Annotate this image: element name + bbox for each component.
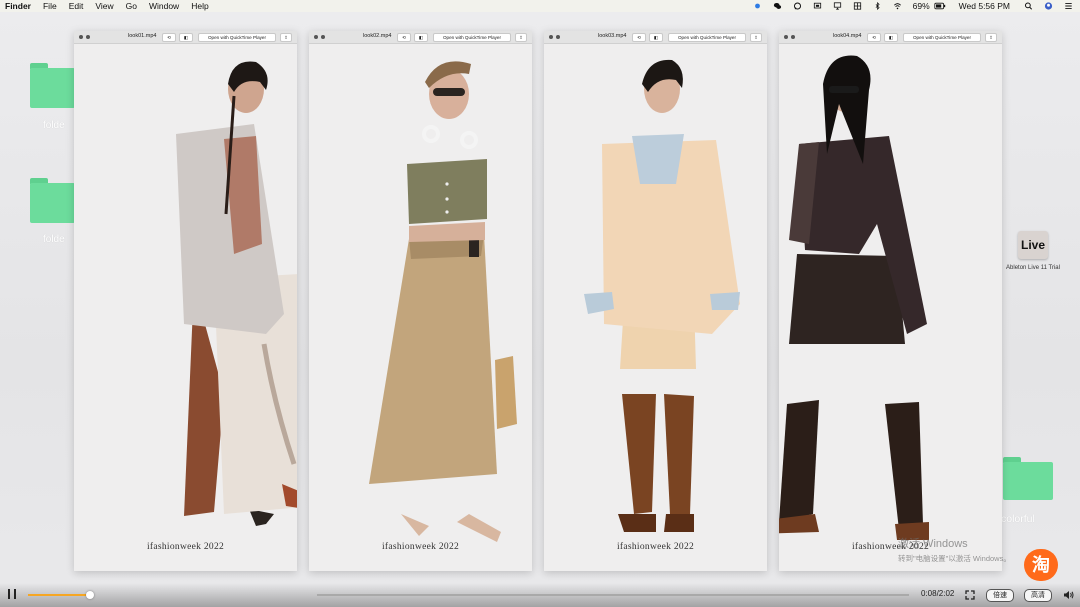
quicklook-window-4[interactable]: look04.mp4 ⟲ ◧ Open with QuickTime Playe… — [779, 31, 1002, 571]
taobao-logo: 淘 — [1024, 549, 1058, 581]
trim-icon[interactable]: ◧ — [414, 33, 428, 42]
fullscreen-icon[interactable] — [791, 35, 795, 39]
close-icon[interactable] — [549, 35, 553, 39]
open-with-quicktime-button[interactable]: Open with QuickTime Player — [903, 33, 981, 42]
status-dot-icon[interactable] — [753, 2, 762, 10]
window-filename: look03.mp4 — [598, 33, 627, 39]
quicklook-window-1[interactable]: look01.mp4 ⟲ ◧ Open with QuickTime Playe… — [74, 31, 297, 571]
activate-windows-watermark: 激活 Windows 转到"电脑设置"以激活 Windows。 — [898, 535, 1011, 564]
grid-app-icon[interactable] — [853, 2, 862, 10]
menu-app-finder[interactable]: Finder — [5, 1, 31, 11]
rotate-icon[interactable]: ⟲ — [867, 33, 881, 42]
playback-time: 0:08/2:02 — [921, 589, 955, 598]
watermark-line-2: 转到"电脑设置"以激活 Windows。 — [898, 554, 1011, 563]
quicklook-window-2[interactable]: look02.mp4 ⟲ ◧ Open with QuickTime Playe… — [309, 31, 532, 571]
fashion-photo — [544, 44, 767, 571]
open-with-quicktime-button[interactable]: Open with QuickTime Player — [668, 33, 746, 42]
close-icon[interactable] — [79, 35, 83, 39]
user-avatar-icon[interactable] — [1044, 2, 1053, 10]
wechat-icon[interactable] — [773, 2, 782, 10]
watermark-line-1: 激活 Windows — [898, 538, 968, 550]
photo-caption: ifashionweek 2022 — [381, 542, 460, 552]
chat-icon[interactable] — [793, 2, 802, 10]
share-icon[interactable]: ⇪ — [750, 33, 762, 42]
battery-icon[interactable] — [933, 2, 947, 10]
progress-track[interactable] — [28, 594, 90, 596]
screen-share-icon[interactable] — [813, 2, 822, 10]
video-quality-button[interactable]: 高清 — [1024, 589, 1052, 602]
share-icon[interactable]: ⇪ — [985, 33, 997, 42]
bluetooth-icon[interactable] — [873, 2, 882, 10]
open-with-quicktime-button[interactable]: Open with QuickTime Player — [433, 33, 511, 42]
search-icon[interactable] — [1024, 2, 1033, 10]
menu-go[interactable]: Go — [126, 1, 137, 11]
close-icon[interactable] — [314, 35, 318, 39]
fullscreen-icon[interactable] — [86, 35, 90, 39]
window-titlebar[interactable]: look04.mp4 ⟲ ◧ Open with QuickTime Playe… — [779, 31, 1002, 44]
menu-view[interactable]: View — [95, 1, 113, 11]
menu-file[interactable]: File — [43, 1, 57, 11]
desktop-folder-1-label: folde — [43, 120, 65, 131]
pause-button[interactable] — [8, 589, 16, 599]
menu-bar: Finder File Edit View Go Window Help 69%… — [0, 0, 1080, 12]
fullscreen-icon[interactable] — [556, 35, 560, 39]
trim-icon[interactable]: ◧ — [179, 33, 193, 42]
window-titlebar[interactable]: look03.mp4 ⟲ ◧ Open with QuickTime Playe… — [544, 31, 767, 44]
window-filename: look01.mp4 — [128, 33, 157, 39]
wifi-icon[interactable] — [893, 2, 902, 10]
fashion-photo — [309, 44, 532, 571]
share-icon[interactable]: ⇪ — [515, 33, 527, 42]
window-filename: look04.mp4 — [833, 33, 862, 39]
control-center-icon[interactable] — [1064, 2, 1073, 10]
fashion-photo — [74, 44, 297, 571]
desktop: Finder File Edit View Go Window Help 69%… — [0, 0, 1080, 607]
photo-caption: ifashionweek 2022 — [146, 542, 225, 552]
menu-help[interactable]: Help — [191, 1, 208, 11]
window-titlebar[interactable]: look01.mp4 ⟲ ◧ Open with QuickTime Playe… — [74, 31, 297, 44]
window-titlebar[interactable]: look02.mp4 ⟲ ◧ Open with QuickTime Playe… — [309, 31, 532, 44]
fashion-photo — [779, 44, 1002, 571]
video-player-controls: 0:08/2:02 倍速 高清 — [0, 583, 1080, 607]
clock[interactable]: Wed 5:56 PM — [959, 1, 1010, 11]
timeline-scrubber[interactable] — [317, 594, 909, 596]
battery-percent: 69% — [912, 1, 930, 11]
rotate-icon[interactable]: ⟲ — [632, 33, 646, 42]
progress-handle[interactable] — [86, 591, 94, 599]
desktop-folder-2[interactable] — [30, 178, 75, 223]
open-with-quicktime-button[interactable]: Open with QuickTime Player — [198, 33, 276, 42]
volume-icon[interactable] — [1063, 590, 1074, 600]
fullscreen-icon[interactable] — [965, 590, 975, 600]
desktop-folder-1[interactable] — [30, 63, 75, 108]
photo-caption: ifashionweek 2022 — [616, 542, 695, 552]
airplay-icon[interactable] — [833, 2, 842, 10]
share-icon[interactable]: ⇪ — [280, 33, 292, 42]
fullscreen-icon[interactable] — [321, 35, 325, 39]
menu-edit[interactable]: Edit — [69, 1, 84, 11]
desktop-folder-colorful[interactable] — [1003, 457, 1053, 500]
desktop-folder-2-label: folde — [43, 234, 65, 245]
trim-icon[interactable]: ◧ — [649, 33, 663, 42]
trim-icon[interactable]: ◧ — [884, 33, 898, 42]
playback-speed-button[interactable]: 倍速 — [986, 589, 1014, 602]
ableton-live-label: Ableton Live 11 Trial — [1006, 265, 1060, 271]
rotate-icon[interactable]: ⟲ — [397, 33, 411, 42]
desktop-folder-colorful-label: colorful — [1001, 513, 1035, 525]
progress-fill — [28, 594, 90, 596]
quicklook-window-3[interactable]: look03.mp4 ⟲ ◧ Open with QuickTime Playe… — [544, 31, 767, 571]
close-icon[interactable] — [784, 35, 788, 39]
window-filename: look02.mp4 — [363, 33, 392, 39]
rotate-icon[interactable]: ⟲ — [162, 33, 176, 42]
menu-window[interactable]: Window — [149, 1, 179, 11]
ableton-live-app-icon[interactable]: Live — [1018, 231, 1048, 259]
